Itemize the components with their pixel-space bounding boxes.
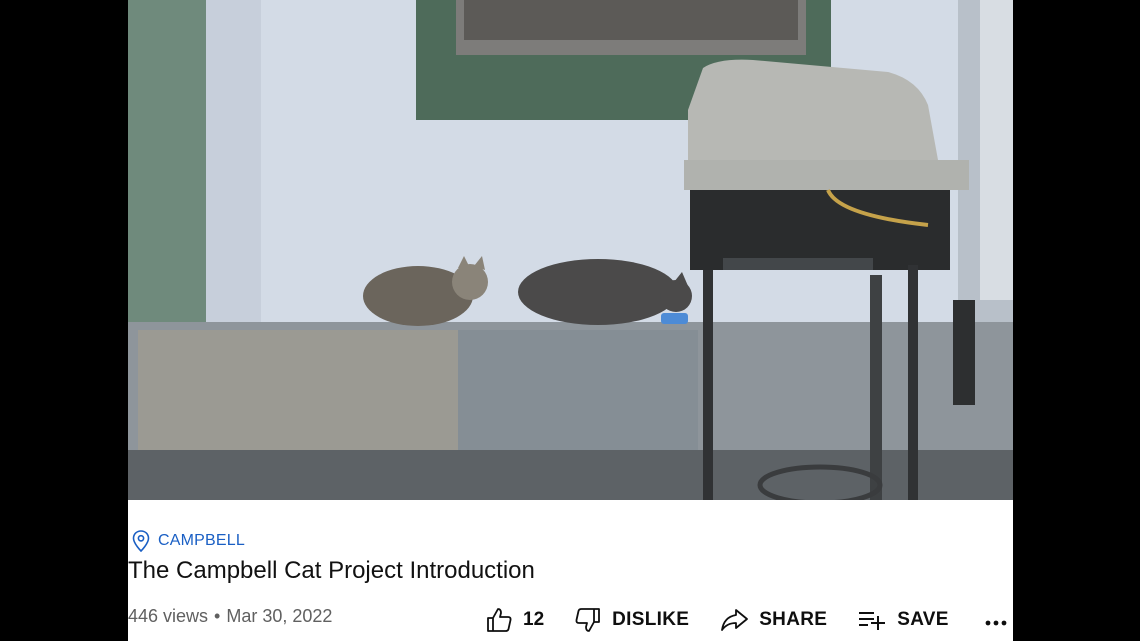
thumbs-down-icon [575, 608, 601, 632]
more-options-button[interactable] [983, 606, 1011, 634]
save-label: SAVE [897, 609, 949, 630]
view-count: 446 views [128, 606, 209, 626]
share-button[interactable]: SHARE [719, 606, 827, 634]
video-title: The Campbell Cat Project Introduction [128, 557, 535, 584]
video-stats: 446 views • Mar 30, 2022 [128, 606, 332, 627]
dislike-label: DISLIKE [612, 609, 690, 630]
video-frame-scene [128, 0, 1013, 500]
location-link[interactable]: CAMPBELL [132, 530, 245, 552]
location-pin-icon [132, 530, 150, 552]
stats-separator: • [214, 606, 221, 626]
location-label: CAMPBELL [158, 532, 245, 549]
like-count: 12 [523, 609, 545, 630]
share-label: SHARE [759, 609, 828, 630]
like-button[interactable]: 12 [485, 606, 544, 634]
share-arrow-icon [721, 609, 749, 631]
video-player[interactable] [128, 0, 1013, 500]
playlist-add-icon [859, 612, 886, 630]
thumbs-up-icon [487, 608, 512, 632]
more-dots-icon [985, 620, 1007, 626]
video-card: CAMPBELL The Campbell Cat Project Introd… [128, 0, 1013, 641]
action-bar: 12 DISLIKE SHARE SAVE [485, 604, 979, 636]
save-button[interactable]: SAVE [857, 606, 949, 634]
dislike-button[interactable]: DISLIKE [574, 606, 689, 634]
upload-date: Mar 30, 2022 [226, 606, 333, 626]
